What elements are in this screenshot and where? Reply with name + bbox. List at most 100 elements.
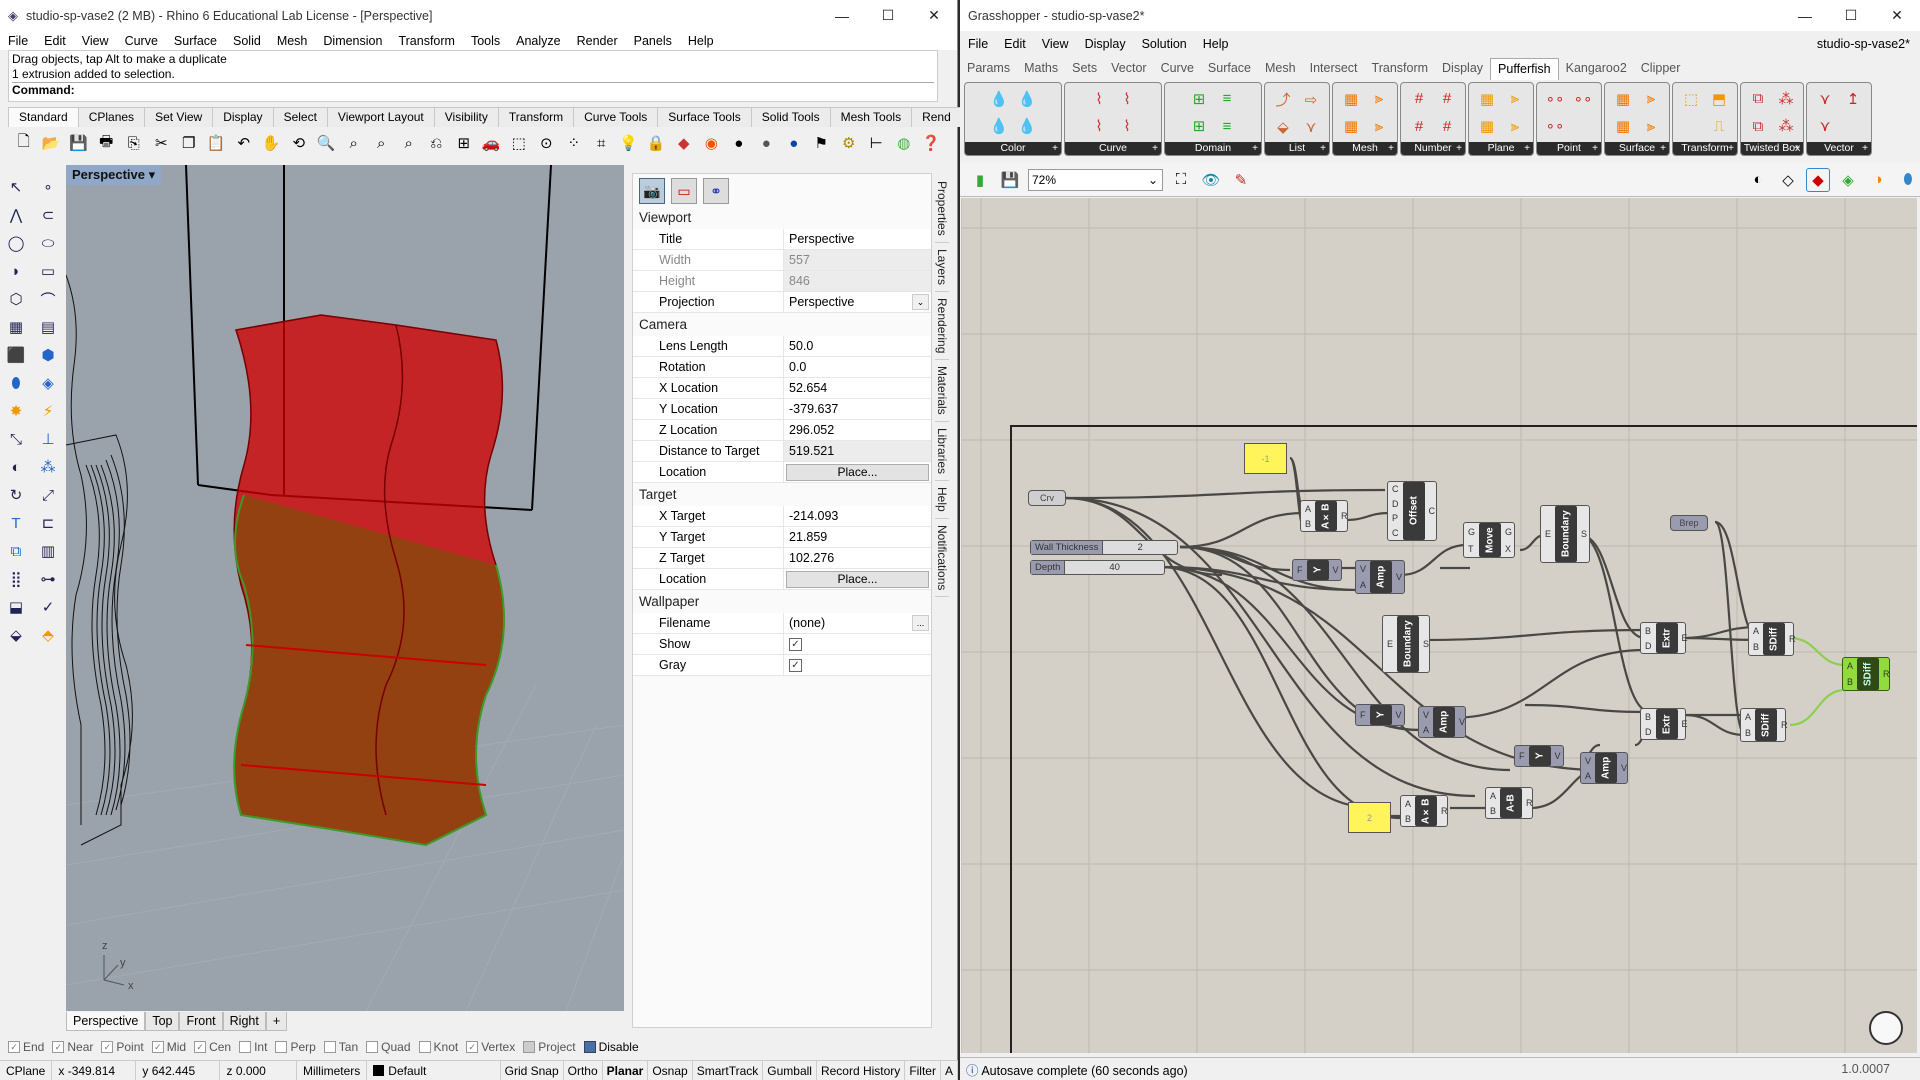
box-icon[interactable]: ⬛ [4,343,28,367]
number-component-icon[interactable]: # [1434,86,1460,112]
preview-shaded-icon[interactable]: ◆ [1806,167,1830,192]
extrude-component[interactable]: B D Extr E [1640,708,1688,740]
side-tab-help[interactable]: Help [935,481,949,519]
amplitude-component[interactable]: V A Amp V [1418,706,1466,738]
text-icon[interactable]: T [4,511,28,535]
slider-wall-thickness[interactable]: Wall Thickness 2 [1030,540,1178,555]
prop-value[interactable]: -214.093 [783,506,931,526]
polyline-icon[interactable]: ⋀ [4,203,28,227]
tab-render[interactable]: Rend [911,107,962,127]
input-port[interactable]: F [1297,565,1303,575]
preview-none-icon[interactable]: ◇ [1776,168,1800,192]
analyze-icon[interactable]: ⊶ [36,567,60,591]
prop-value-text[interactable]: -379.637 [789,402,838,416]
status-toggle-planar[interactable]: Planar [603,1061,649,1080]
points-icon[interactable]: ⁘ [562,131,586,155]
input-port[interactable]: P [1392,513,1399,523]
gh-tab-params[interactable]: Params [960,58,1017,80]
list-component-icon[interactable]: ⇨ [1298,86,1324,113]
status-toggle-filter[interactable]: Filter [905,1061,941,1080]
gh-tab-surface[interactable]: Surface [1201,58,1258,80]
vector-component-icon[interactable] [1840,114,1866,140]
ribbon-group-label[interactable]: Number [1401,142,1465,155]
gh-tab-curve[interactable]: Curve [1154,58,1201,80]
osnap-checkbox[interactable]: ✓ [8,1041,20,1053]
ribbon-group-label[interactable]: Point [1537,142,1601,155]
output-port[interactable]: X [1505,544,1512,554]
osnap-checkbox[interactable] [418,1041,431,1053]
undo-view-icon[interactable]: ⎌ [425,131,449,155]
color-component-icon[interactable]: 💧 [1014,86,1040,112]
car-icon[interactable]: 🚗 [480,131,504,155]
output-port[interactable]: E [1682,633,1688,643]
gh-tab-intersect[interactable]: Intersect [1303,58,1365,80]
tab-visibility[interactable]: Visibility [433,107,499,127]
panel-two[interactable]: 2 [1348,802,1391,833]
domain-component-icon[interactable]: ⊞ [1186,114,1212,140]
input-port[interactable]: D [1645,727,1652,737]
new-file-icon[interactable]: 🗋 [12,131,36,155]
input-port[interactable]: V [1423,710,1429,720]
menu-tools[interactable]: Tools [463,34,508,48]
viewport-tab-top[interactable]: Top [145,1012,180,1031]
input-port[interactable]: A [1360,580,1366,590]
add-viewport-button[interactable]: + [265,1012,288,1031]
twisted-box-component-icon[interactable]: ⁂ [1773,114,1799,140]
slider-depth[interactable]: Depth 40 [1030,560,1165,575]
maximize-button[interactable]: ☐ [865,0,911,31]
prop-checkbox-gray[interactable]: ✓ [789,658,802,672]
solid-difference-component[interactable]: A B SDiff R [1748,622,1796,656]
curve-component-icon[interactable]: ⌇ [1086,86,1112,112]
curve-component-icon[interactable]: ⌇ [1114,114,1140,140]
input-port[interactable]: V [1360,564,1366,574]
viewport-tab-right[interactable]: Right [222,1012,266,1031]
gh-tab-pufferfish[interactable]: Pufferfish [1490,58,1559,80]
osnap-point[interactable]: ✓ Point [101,1040,144,1054]
move-icon[interactable]: ⤡ [4,427,28,451]
help-icon[interactable]: ❓ [920,131,944,155]
polygon-icon[interactable]: ⬡ [4,287,28,311]
domain-component-icon[interactable]: ≡ [1214,86,1240,112]
scale-icon[interactable]: ⤢ [36,483,60,507]
unit-y-component[interactable]: FYV [1355,704,1405,726]
rendered-sphere-icon[interactable]: ● [755,131,779,155]
gh-menu-display[interactable]: Display [1077,37,1134,51]
move-component[interactable]: G T Move G X [1463,522,1515,558]
surface-component-icon[interactable]: ⫸ [1638,86,1664,112]
viewport-menu-icon[interactable]: ▾ [149,167,156,182]
amplitude-component[interactable]: V A Amp V [1355,560,1405,594]
menu-transform[interactable]: Transform [390,34,463,48]
place-button[interactable]: Place... [786,570,929,588]
side-tab-layers[interactable]: Layers [935,243,949,292]
export-icon[interactable]: ⎘ [122,131,146,155]
prop-value[interactable]: (none)... [783,613,931,633]
output-port[interactable]: R [1883,669,1890,679]
output-port[interactable]: G [1505,527,1512,537]
camera-icon[interactable]: 📷 [639,178,665,204]
color-wheel-icon[interactable]: ◉ [700,131,724,155]
lock-icon[interactable]: 🔒 [645,131,669,155]
vector-component-icon[interactable]: ⋎ [1812,114,1838,140]
input-port[interactable]: F [1360,710,1366,720]
preview-mesh-icon[interactable]: ◑ [1866,168,1890,192]
input-port[interactable]: B [1753,642,1759,652]
list-component-icon[interactable]: ⋎ [1298,115,1324,139]
gear-tools-icon[interactable]: ⚙ [837,131,861,155]
input-port[interactable]: A [1405,799,1411,809]
menu-analyze[interactable]: Analyze [508,34,568,48]
multiply-component[interactable]: A B A×B R [1400,795,1448,827]
ribbon-group-label[interactable]: List [1265,142,1329,155]
osnap-checkbox[interactable] [275,1041,288,1053]
input-port[interactable]: D [1645,641,1652,651]
gh-maximize-button[interactable]: ☐ [1828,0,1874,31]
ribbon-group-label[interactable]: Plane [1469,142,1533,155]
ribbon-group-label[interactable]: Mesh [1333,142,1397,155]
osnap-project[interactable]: Project [523,1040,576,1054]
output-port[interactable]: V [1459,717,1465,727]
menu-panels[interactable]: Panels [626,34,680,48]
input-port[interactable]: A [1490,791,1496,801]
gh-menu-view[interactable]: View [1034,37,1077,51]
input-port[interactable]: A [1753,626,1759,636]
output-port[interactable]: E [1682,719,1688,729]
osnap-checkbox[interactable] [323,1041,336,1053]
